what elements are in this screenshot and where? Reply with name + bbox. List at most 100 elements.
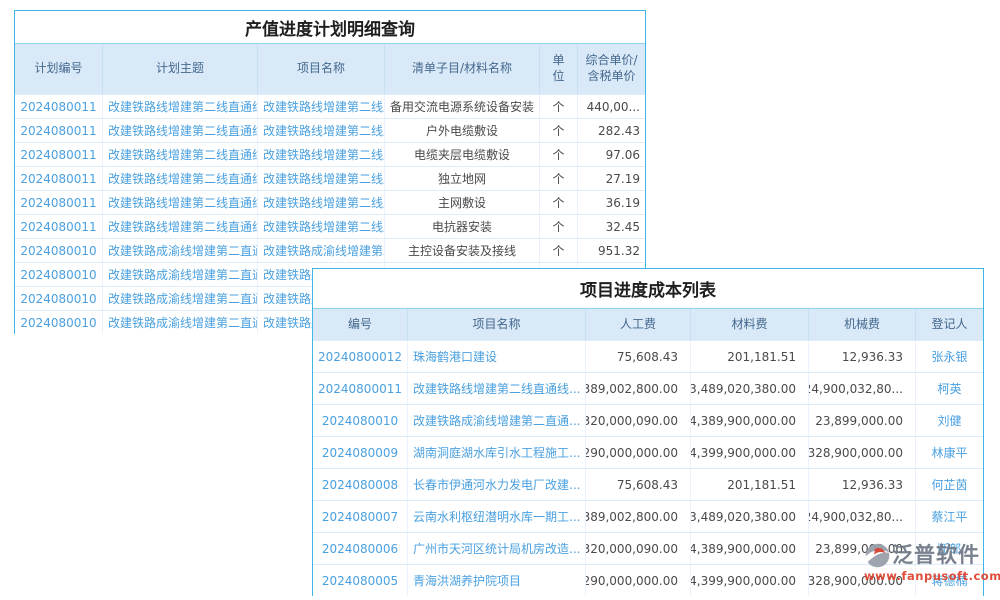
cell-subject[interactable]: 改建铁路成渝线增建第二直通线 (103, 287, 258, 310)
cell-item: 主控设备安装及接线 (385, 239, 540, 262)
cell-id[interactable]: 2024080011 (15, 167, 103, 190)
cell-labor: 320,000,090.00 (586, 405, 691, 436)
cell-registrant[interactable]: 林康平 (916, 437, 983, 468)
cell-machine: 24,900,032,80... (809, 501, 916, 532)
cell-id[interactable]: 2024080011 (15, 215, 103, 238)
cell-registrant[interactable]: 刘健 (916, 405, 983, 436)
table-row[interactable]: 2024080011改建铁路线增建第二线直通线改建铁路线增建第二线直通线独立地网… (15, 166, 645, 190)
cell-material: 201,181.51 (691, 469, 809, 500)
cell-registrant[interactable]: 张永银 (916, 341, 983, 372)
cell-price: 36.19 (578, 191, 645, 214)
cell-id[interactable]: 2024080010 (15, 311, 103, 334)
cell-id[interactable]: 2024080010 (15, 287, 103, 310)
table-row[interactable]: 2024080009湖南洞庭湖水库引水工程施工...4,290,000,000.… (313, 436, 983, 468)
cell-item: 电抗器安装 (385, 215, 540, 238)
cell-project[interactable]: 改建铁路线增建第二线直通线 (258, 191, 385, 214)
cell-subject[interactable]: 改建铁路线增建第二线直通线 (103, 215, 258, 238)
table-row[interactable]: 2024080010改建铁路成渝线增建第二直通线改建铁路成渝线增建第二直通线主控… (15, 238, 645, 262)
cell-machine: 328,900,000.00 (809, 565, 916, 596)
table-row[interactable]: 2024080008长春市伊通河水力发电厂改建...75,608.43201,1… (313, 468, 983, 500)
cell-project[interactable]: 改建铁路成渝线增建第二直通... (408, 405, 586, 436)
cell-id[interactable]: 2024080010 (15, 239, 103, 262)
table1-title: 产值进度计划明细查询 (15, 11, 645, 44)
cell-labor: 320,000,090.00 (586, 533, 691, 564)
cell-project[interactable]: 改建铁路线增建第二线直通线 (258, 167, 385, 190)
cell-item: 独立地网 (385, 167, 540, 190)
cell-material: 4,389,900,000.00 (691, 533, 809, 564)
cell-id[interactable]: 2024080007 (313, 501, 408, 532)
cell-material: 201,181.51 (691, 341, 809, 372)
cell-id[interactable]: 2024080011 (15, 191, 103, 214)
cell-id[interactable]: 20240800011 (313, 373, 408, 404)
cell-material: 4,399,900,000.00 (691, 437, 809, 468)
cell-project[interactable]: 改建铁路线增建第二线直通线 (258, 215, 385, 238)
table-row[interactable]: 20240800011改建铁路线增建第二线直通线...389,002,800.0… (313, 372, 983, 404)
cell-project[interactable]: 湖南洞庭湖水库引水工程施工... (408, 437, 586, 468)
table-row[interactable]: 2024080011改建铁路线增建第二线直通线改建铁路线增建第二线直通线户外电缆… (15, 118, 645, 142)
cell-registrant[interactable]: 断郎 (916, 533, 983, 564)
cell-unit: 个 (540, 119, 578, 142)
cell-machine: 328,900,000.00 (809, 437, 916, 468)
cell-project[interactable]: 青海洪湖养护院项目 (408, 565, 586, 596)
cell-id[interactable]: 2024080005 (313, 565, 408, 596)
column-header-item: 清单子目/材料名称 (385, 44, 540, 94)
cell-subject[interactable]: 改建铁路线增建第二线直通线 (103, 119, 258, 142)
table-row[interactable]: 2024080011改建铁路线增建第二线直通线改建铁路线增建第二线直通线主网敷设… (15, 190, 645, 214)
table-row[interactable]: 20240800012珠海鹤港口建设75,608.43201,181.5112,… (313, 340, 983, 372)
cell-id[interactable]: 2024080009 (313, 437, 408, 468)
cell-registrant[interactable]: 蒋德楠 (916, 565, 983, 596)
cell-id[interactable]: 20240800012 (313, 341, 408, 372)
cell-unit: 个 (540, 215, 578, 238)
cell-unit: 个 (540, 95, 578, 118)
cell-registrant[interactable]: 蔡江平 (916, 501, 983, 532)
cell-price: 951.32 (578, 239, 645, 262)
cell-project[interactable]: 广州市天河区统计局机房改造... (408, 533, 586, 564)
cell-project[interactable]: 改建铁路线增建第二线直通线 (258, 119, 385, 142)
cell-item: 电缆夹层电缆敷设 (385, 143, 540, 166)
cell-machine: 23,899,000.00 (809, 533, 916, 564)
table-row[interactable]: 2024080011改建铁路线增建第二线直通线改建铁路线增建第二线直通线电抗器安… (15, 214, 645, 238)
column-header-project: 项目名称 (408, 309, 586, 340)
cell-id[interactable]: 2024080006 (313, 533, 408, 564)
cell-subject[interactable]: 改建铁路成渝线增建第二直通线 (103, 239, 258, 262)
cell-project[interactable]: 改建铁路线增建第二线直通线 (258, 95, 385, 118)
cell-labor: 4,290,000,000.00 (586, 437, 691, 468)
cell-subject[interactable]: 改建铁路线增建第二线直通线 (103, 95, 258, 118)
cell-labor: 4,290,000,000.00 (586, 565, 691, 596)
cell-registrant[interactable]: 柯英 (916, 373, 983, 404)
cell-subject[interactable]: 改建铁路线增建第二线直通线 (103, 143, 258, 166)
table-row[interactable]: 2024080011改建铁路线增建第二线直通线改建铁路线增建第二线直通线备用交流… (15, 94, 645, 118)
cell-material: 4,399,900,000.00 (691, 565, 809, 596)
cell-project[interactable]: 珠海鹤港口建设 (408, 341, 586, 372)
cell-price: 282.43 (578, 119, 645, 142)
cell-id[interactable]: 2024080010 (313, 405, 408, 436)
column-header-subject: 计划主题 (103, 44, 258, 94)
cell-project[interactable]: 改建铁路成渝线增建第二直通线 (258, 239, 385, 262)
table-row[interactable]: 2024080011改建铁路线增建第二线直通线改建铁路线增建第二线直通线电缆夹层… (15, 142, 645, 166)
cell-unit: 个 (540, 191, 578, 214)
cell-subject[interactable]: 改建铁路成渝线增建第二直通线 (103, 263, 258, 286)
cell-id[interactable]: 2024080011 (15, 119, 103, 142)
cell-registrant[interactable]: 何芷茵 (916, 469, 983, 500)
table-row[interactable]: 2024080010改建铁路成渝线增建第二直通...320,000,090.00… (313, 404, 983, 436)
cell-subject[interactable]: 改建铁路成渝线增建第二直通线 (103, 311, 258, 334)
table-row[interactable]: 2024080005青海洪湖养护院项目4,290,000,000.004,399… (313, 564, 983, 596)
cell-item: 主网敷设 (385, 191, 540, 214)
cell-item: 户外电缆敷设 (385, 119, 540, 142)
cell-subject[interactable]: 改建铁路线增建第二线直通线 (103, 167, 258, 190)
table-row[interactable]: 2024080007云南水利枢纽潜明水库一期工...389,002,800.00… (313, 500, 983, 532)
cell-subject[interactable]: 改建铁路线增建第二线直通线 (103, 191, 258, 214)
cell-price: 27.19 (578, 167, 645, 190)
cell-id[interactable]: 2024080011 (15, 95, 103, 118)
cell-machine: 12,936.33 (809, 341, 916, 372)
cell-id[interactable]: 2024080008 (313, 469, 408, 500)
cell-project[interactable]: 改建铁路线增建第二线直通线 (258, 143, 385, 166)
cell-labor: 75,608.43 (586, 469, 691, 500)
cell-project[interactable]: 云南水利枢纽潜明水库一期工... (408, 501, 586, 532)
column-header-unit: 单位 (540, 44, 578, 94)
table-row[interactable]: 2024080006广州市天河区统计局机房改造...320,000,090.00… (313, 532, 983, 564)
cell-project[interactable]: 改建铁路线增建第二线直通线... (408, 373, 586, 404)
cell-id[interactable]: 2024080011 (15, 143, 103, 166)
cell-id[interactable]: 2024080010 (15, 263, 103, 286)
cell-project[interactable]: 长春市伊通河水力发电厂改建... (408, 469, 586, 500)
